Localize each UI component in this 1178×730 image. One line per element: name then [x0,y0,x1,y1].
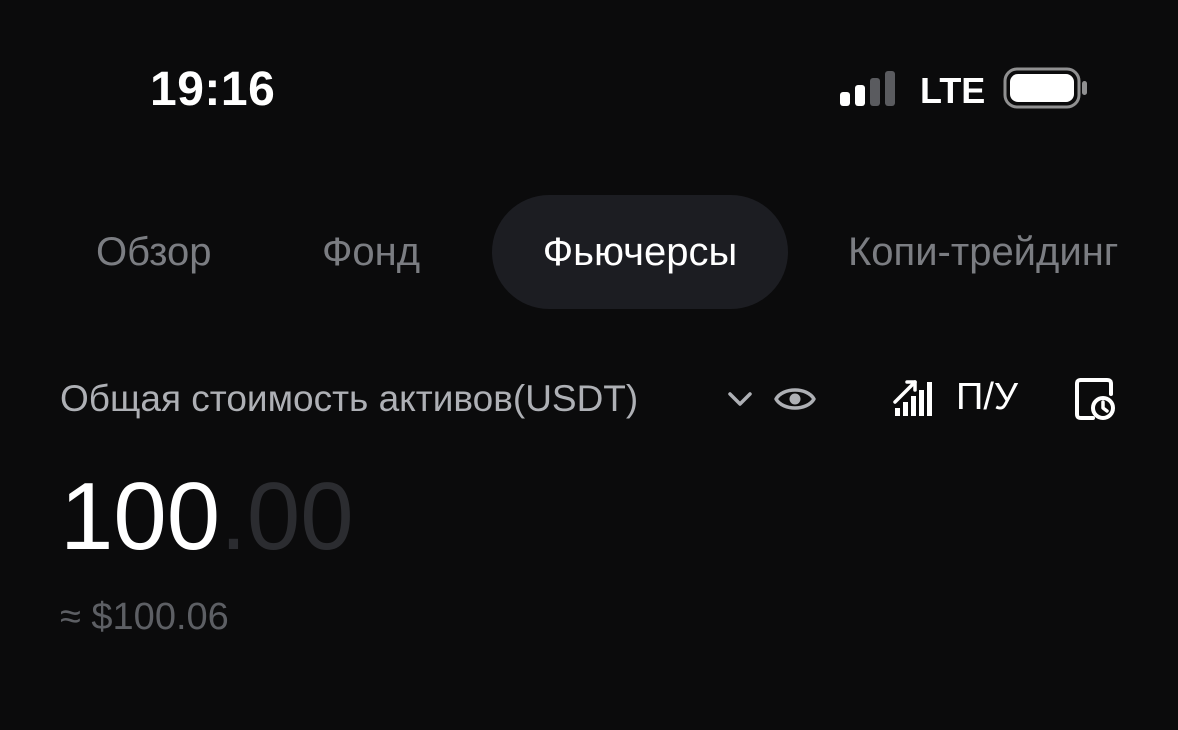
tab-overview[interactable]: Обзор [96,195,212,309]
battery-icon [1003,67,1087,109]
chevron-down-icon[interactable] [725,384,755,414]
cellular-signal-icon [840,71,895,106]
eye-icon[interactable] [773,382,817,416]
usd-equivalent: ≈ $100.06 [60,596,229,638]
document-clock-icon[interactable] [1073,376,1117,422]
status-time: 19:16 [150,63,276,116]
status-bar: 19:16 LTE [0,0,1178,180]
tab-bar: Обзор Фонд Фьючерсы Копи-трейдинг [0,195,1178,309]
tab-copy-trading[interactable]: Копи-трейдинг [848,195,1118,309]
pnl-label[interactable]: П/У [956,376,1018,419]
total-assets-label: Общая стоимость активов(USDT) [60,378,639,419]
tab-fund[interactable]: Фонд [322,195,420,309]
signal-chart-icon[interactable] [893,376,935,418]
total-balance: 100.00 [60,462,354,572]
tab-futures[interactable]: Фьючерсы [492,195,788,309]
network-type: LTE [920,70,986,111]
asset-header: Общая стоимость активов(USDT) П/У [60,370,1160,430]
balance-integer: 100 [60,463,221,570]
balance-decimal: .00 [220,463,354,570]
